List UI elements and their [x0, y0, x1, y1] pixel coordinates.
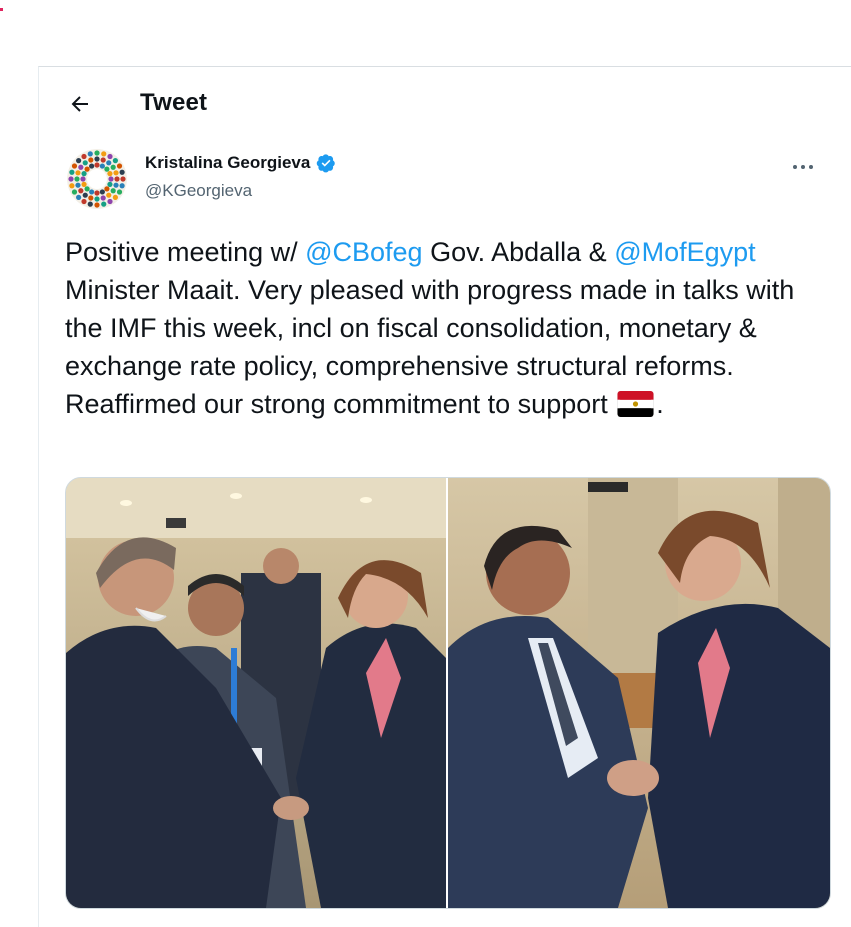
- seal-dot: [81, 171, 87, 177]
- seal-dot: [84, 166, 90, 172]
- seal-dot: [87, 151, 93, 157]
- more-dots-icon: [793, 165, 813, 169]
- seal-dot: [88, 157, 94, 163]
- seal-dot: [69, 169, 75, 175]
- seal-dot: [78, 188, 84, 194]
- tweet-author: Kristalina Georgieva @KGeorgieva: [67, 149, 827, 213]
- seal-dot: [88, 195, 94, 201]
- seal-dot: [106, 160, 112, 166]
- avatar[interactable]: [67, 149, 127, 209]
- seal-dot: [112, 158, 118, 164]
- seal-dot: [119, 169, 125, 175]
- seal-dot: [107, 153, 113, 160]
- seal-dot: [113, 170, 119, 176]
- imf-seal-avatar-icon: [67, 149, 127, 209]
- photo-handshake-closeup[interactable]: [448, 478, 830, 908]
- seal-dot: [84, 186, 90, 192]
- seal-dot: [69, 183, 75, 189]
- photo-handshake-group[interactable]: [66, 478, 446, 908]
- seal-dot: [99, 189, 105, 195]
- seal-dot: [106, 192, 112, 198]
- seal-dot: [107, 171, 113, 177]
- seal-dot: [94, 162, 100, 168]
- seal-dot: [94, 156, 100, 162]
- seal-dot: [89, 163, 95, 169]
- seal-dot: [94, 196, 100, 202]
- arrow-left-icon: [71, 96, 88, 112]
- seal-dot: [100, 195, 106, 201]
- seal-dot: [116, 189, 123, 195]
- seal-dot: [78, 164, 84, 170]
- seal-dot: [108, 176, 114, 182]
- seal-dot: [110, 164, 116, 170]
- seal-dot: [76, 158, 82, 164]
- tweet-text-part: Gov. Abdalla &: [422, 237, 615, 267]
- seal-dot: [107, 198, 113, 205]
- seal-dot: [94, 150, 100, 156]
- tweet-detail-card: Tweet Kristalina Georgieva @KGeorgieva P…: [38, 66, 851, 927]
- window-marker: [0, 8, 3, 11]
- author-handle[interactable]: @KGeorgieva: [145, 181, 252, 201]
- seal-dot: [87, 201, 93, 207]
- seal-dot: [120, 176, 126, 182]
- mention-mofegypt-link[interactable]: @MofEgypt: [614, 237, 755, 267]
- seal-dot: [119, 183, 125, 189]
- photo-handshake-group-image: [66, 478, 446, 908]
- seal-dot: [80, 176, 86, 182]
- seal-dot: [71, 189, 78, 195]
- seal-dot: [116, 163, 123, 169]
- seal-dot: [104, 186, 110, 192]
- seal-dot: [94, 202, 100, 208]
- mention-cbofeg-link[interactable]: @CBofeg: [305, 237, 422, 267]
- seal-dot: [101, 151, 107, 157]
- seal-dot: [89, 189, 95, 195]
- seal-dot: [81, 181, 87, 187]
- seal-dot: [99, 163, 105, 169]
- seal-dot: [104, 166, 110, 172]
- seal-dot: [107, 181, 113, 187]
- seal-dot: [114, 176, 120, 182]
- seal-dot: [94, 190, 100, 196]
- author-name-row: Kristalina Georgieva: [145, 153, 336, 173]
- seal-dot: [82, 192, 88, 198]
- egypt-flag-icon: [617, 391, 654, 417]
- seal-dot: [76, 194, 82, 200]
- seal-dot: [81, 153, 87, 160]
- tweet-media: [65, 477, 831, 909]
- seal-dot: [82, 160, 88, 166]
- seal-dot: [81, 198, 87, 205]
- seal-dot: [71, 163, 78, 169]
- seal-dot: [75, 182, 81, 188]
- tweet-header: Tweet: [39, 67, 851, 139]
- seal-dot: [68, 176, 74, 182]
- seal-dot: [113, 182, 119, 188]
- tweet-text-part: Positive meeting w/: [65, 237, 306, 267]
- seal-dot: [110, 188, 116, 194]
- author-name[interactable]: Kristalina Georgieva: [145, 153, 310, 173]
- seal-dot: [100, 157, 106, 163]
- more-options-button[interactable]: [787, 155, 819, 179]
- seal-dot: [74, 176, 80, 182]
- seal-dot: [75, 170, 81, 176]
- tweet-text-part: .: [656, 389, 664, 419]
- page-title: Tweet: [140, 89, 208, 116]
- seal-dot: [101, 201, 107, 207]
- verified-badge-icon: [317, 154, 336, 173]
- photo-handshake-closeup-image: [448, 478, 830, 908]
- seal-dot: [112, 194, 118, 200]
- tweet-text: Positive meeting w/ @CBofeg Gov. Abdalla…: [65, 233, 835, 423]
- back-button[interactable]: [63, 87, 97, 121]
